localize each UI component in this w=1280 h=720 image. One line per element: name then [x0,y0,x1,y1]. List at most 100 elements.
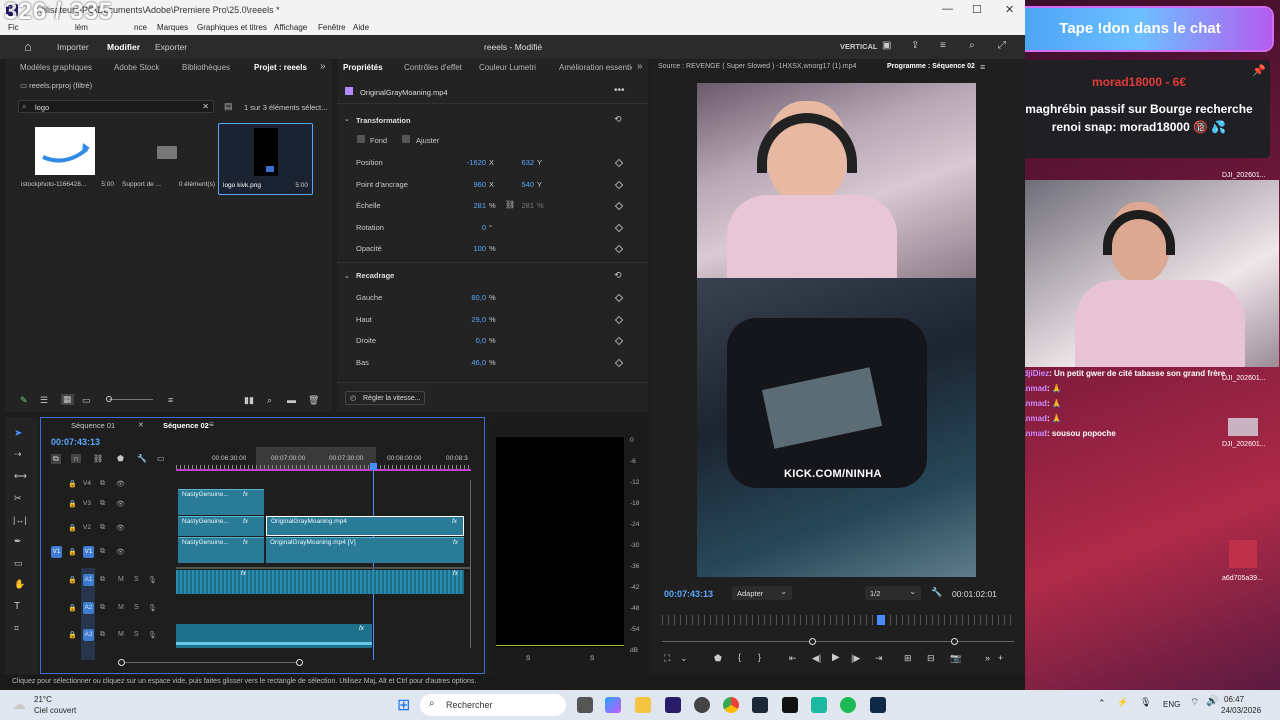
eye-icon[interactable]: 👁 [116,524,125,532]
crop-value[interactable]: 29,0 [454,315,486,324]
scroll-handle-left[interactable] [809,638,816,645]
resolution-dropdown[interactable]: 1/2 ⌄ [865,586,921,600]
rectangle-tool-icon[interactable]: ▭ [14,558,23,569]
icon-view-icon[interactable]: ▦ [61,394,74,405]
timeline-timecode[interactable]: 00:07:43:13 [51,437,100,447]
lock-icon[interactable]: 🔒 [68,480,77,488]
property-value-2[interactable]: 632 [512,158,534,167]
premiere-icon[interactable] [665,697,681,713]
desktop-icon-thumb[interactable] [1229,540,1257,568]
property-value-1[interactable]: 100 [454,244,486,253]
sync-lock-icon[interactable]: ⧉ [100,500,105,508]
taskbar-search[interactable]: ⌕ Rechercher [420,694,566,716]
clip-v1-nasty[interactable]: NastyGenuine... fx [178,537,264,563]
menu-help[interactable]: Aide [353,23,369,32]
reset-icon[interactable]: ⟲ [614,114,622,125]
sequence-01-tab[interactable]: Séquence 01 [71,421,115,430]
tray-chevron-icon[interactable]: ⌃ [1098,698,1106,709]
adjust-checkbox[interactable] [402,135,410,143]
maximize-icon[interactable]: ☐ [972,3,982,16]
clip-v3-nasty[interactable]: NastyGenuine... fx [178,489,264,515]
menu-graphics[interactable]: Graphiques et titres [197,23,267,32]
desktop-icon-label[interactable]: DJI_202601... [1222,172,1266,179]
audio-clip-a1[interactable]: fx fx [176,570,464,594]
crop-value[interactable]: 46,0 [454,358,486,367]
menu-markers[interactable]: Marques [157,23,188,32]
project-item-istock[interactable]: istockphoto-1166428... 5:00 [19,125,116,193]
keyframe-icon[interactable] [614,315,624,324]
eye-icon[interactable]: 👁 [116,480,125,488]
lift-icon[interactable]: ⊞ [904,653,912,664]
share-icon[interactable]: ⇪ [911,40,919,51]
clear-search-icon[interactable]: ✕ [202,102,209,111]
property-value-1[interactable]: 281 [454,201,486,210]
mark-in-icon[interactable]: { [738,652,741,662]
pencil-icon[interactable]: ✎ [20,395,28,406]
keyframe-icon[interactable] [614,244,624,254]
chevron-down-icon[interactable]: ⌄ [680,653,688,664]
mute-button[interactable]: M [118,631,124,638]
volume-icon[interactable]: 🔊 [1206,696,1218,707]
selection-tool-icon[interactable]: ➤ [14,428,22,439]
sync-lock-icon[interactable]: ⧉ [100,631,105,639]
clip-v2-nasty[interactable]: NastyGenuine... fx [178,516,264,536]
property-value-2[interactable]: 281 [512,201,534,210]
tab-graphic-templates[interactable]: Modèles graphiques [20,63,92,72]
spotify-icon[interactable] [840,697,856,713]
mute-button[interactable]: M [118,576,124,583]
solo-button[interactable]: S [526,655,530,662]
automate-icon[interactable]: ▮▮ [244,395,254,406]
property-value-2[interactable]: 540 [512,180,534,189]
vertical-scrollbar[interactable] [470,480,471,648]
step-forward-icon[interactable]: |▶ [851,653,860,664]
ripple-edit-icon[interactable]: ⟷ [14,471,27,482]
photoshop-icon[interactable] [870,697,886,713]
scroll-handle-left[interactable] [118,659,125,666]
tab-libraries[interactable]: Bibliothèques [182,63,230,72]
menu-lines-icon[interactable]: ≡ [209,420,214,429]
chrome-icon[interactable] [723,697,739,713]
track-label[interactable]: V2 [83,524,91,531]
chevron-down-icon[interactable]: ⌄ [344,115,350,123]
razor-icon[interactable]: ✂ [14,493,22,504]
type-tool-icon[interactable]: T [14,601,20,612]
program-tab[interactable]: Programme : Séquence 02 [887,63,975,70]
menu-window[interactable]: Fenêtre [318,23,346,32]
sync-lock-icon[interactable]: ⧉ [100,548,105,556]
linked-selection-icon[interactable]: ⛓ [93,454,103,463]
step-back-icon[interactable]: ◀| [812,653,821,664]
windows-start-icon[interactable]: ⊞ [397,695,410,715]
search-icon[interactable]: ⌕ [969,40,975,51]
workspace-label[interactable]: VERTICAL [840,42,878,51]
more-tabs-icon[interactable]: » [320,61,326,72]
network-icon[interactable]: ⚡ [1117,697,1128,708]
sort-icon[interactable]: ≡ [168,395,173,405]
fit-dropdown[interactable]: Adapter ⌄ [732,586,792,600]
timeline-scrollbar[interactable] [118,659,303,666]
expand-icon[interactable]: ⤢ [998,40,1006,51]
reset-icon[interactable]: ⟲ [614,270,622,281]
desktop-icon-label[interactable]: a6d705a39... [1222,575,1263,582]
sync-lock-icon[interactable]: ⧉ [100,480,105,488]
sequence-02-tab[interactable]: Séquence 02 [163,421,209,430]
crop-value[interactable]: 0,0 [454,336,486,345]
property-value-1[interactable]: -1620 [454,158,486,167]
pen-tool-icon[interactable]: ✒ [14,536,22,547]
eye-icon[interactable]: 👁 [116,548,125,556]
playhead-head[interactable] [370,463,377,470]
find-icon[interactable]: ⌕ [267,395,272,406]
project-item-support[interactable]: Support de ... 0 élément(s) [120,125,217,193]
tab-properties[interactable]: Propriétés [343,63,383,72]
fill-checkbox[interactable] [357,135,365,143]
task-view-icon[interactable] [577,697,593,713]
wrench-icon[interactable]: 🔧 [931,587,942,598]
lock-icon[interactable]: 🔒 [68,500,77,508]
search-field[interactable]: ⌕ logo ✕ [18,100,214,113]
solo-button[interactable]: S [134,631,139,638]
track-select-icon[interactable]: ⇢ [14,449,22,460]
wifi-icon[interactable]: ⌔ [1190,696,1199,709]
settings-wrench-icon[interactable]: 🔧 [137,454,147,463]
go-to-in-icon[interactable]: ⇤ [789,653,797,664]
captions-icon[interactable]: ▭ [157,454,165,463]
mic-icon[interactable]: 🎙 [1140,697,1151,708]
